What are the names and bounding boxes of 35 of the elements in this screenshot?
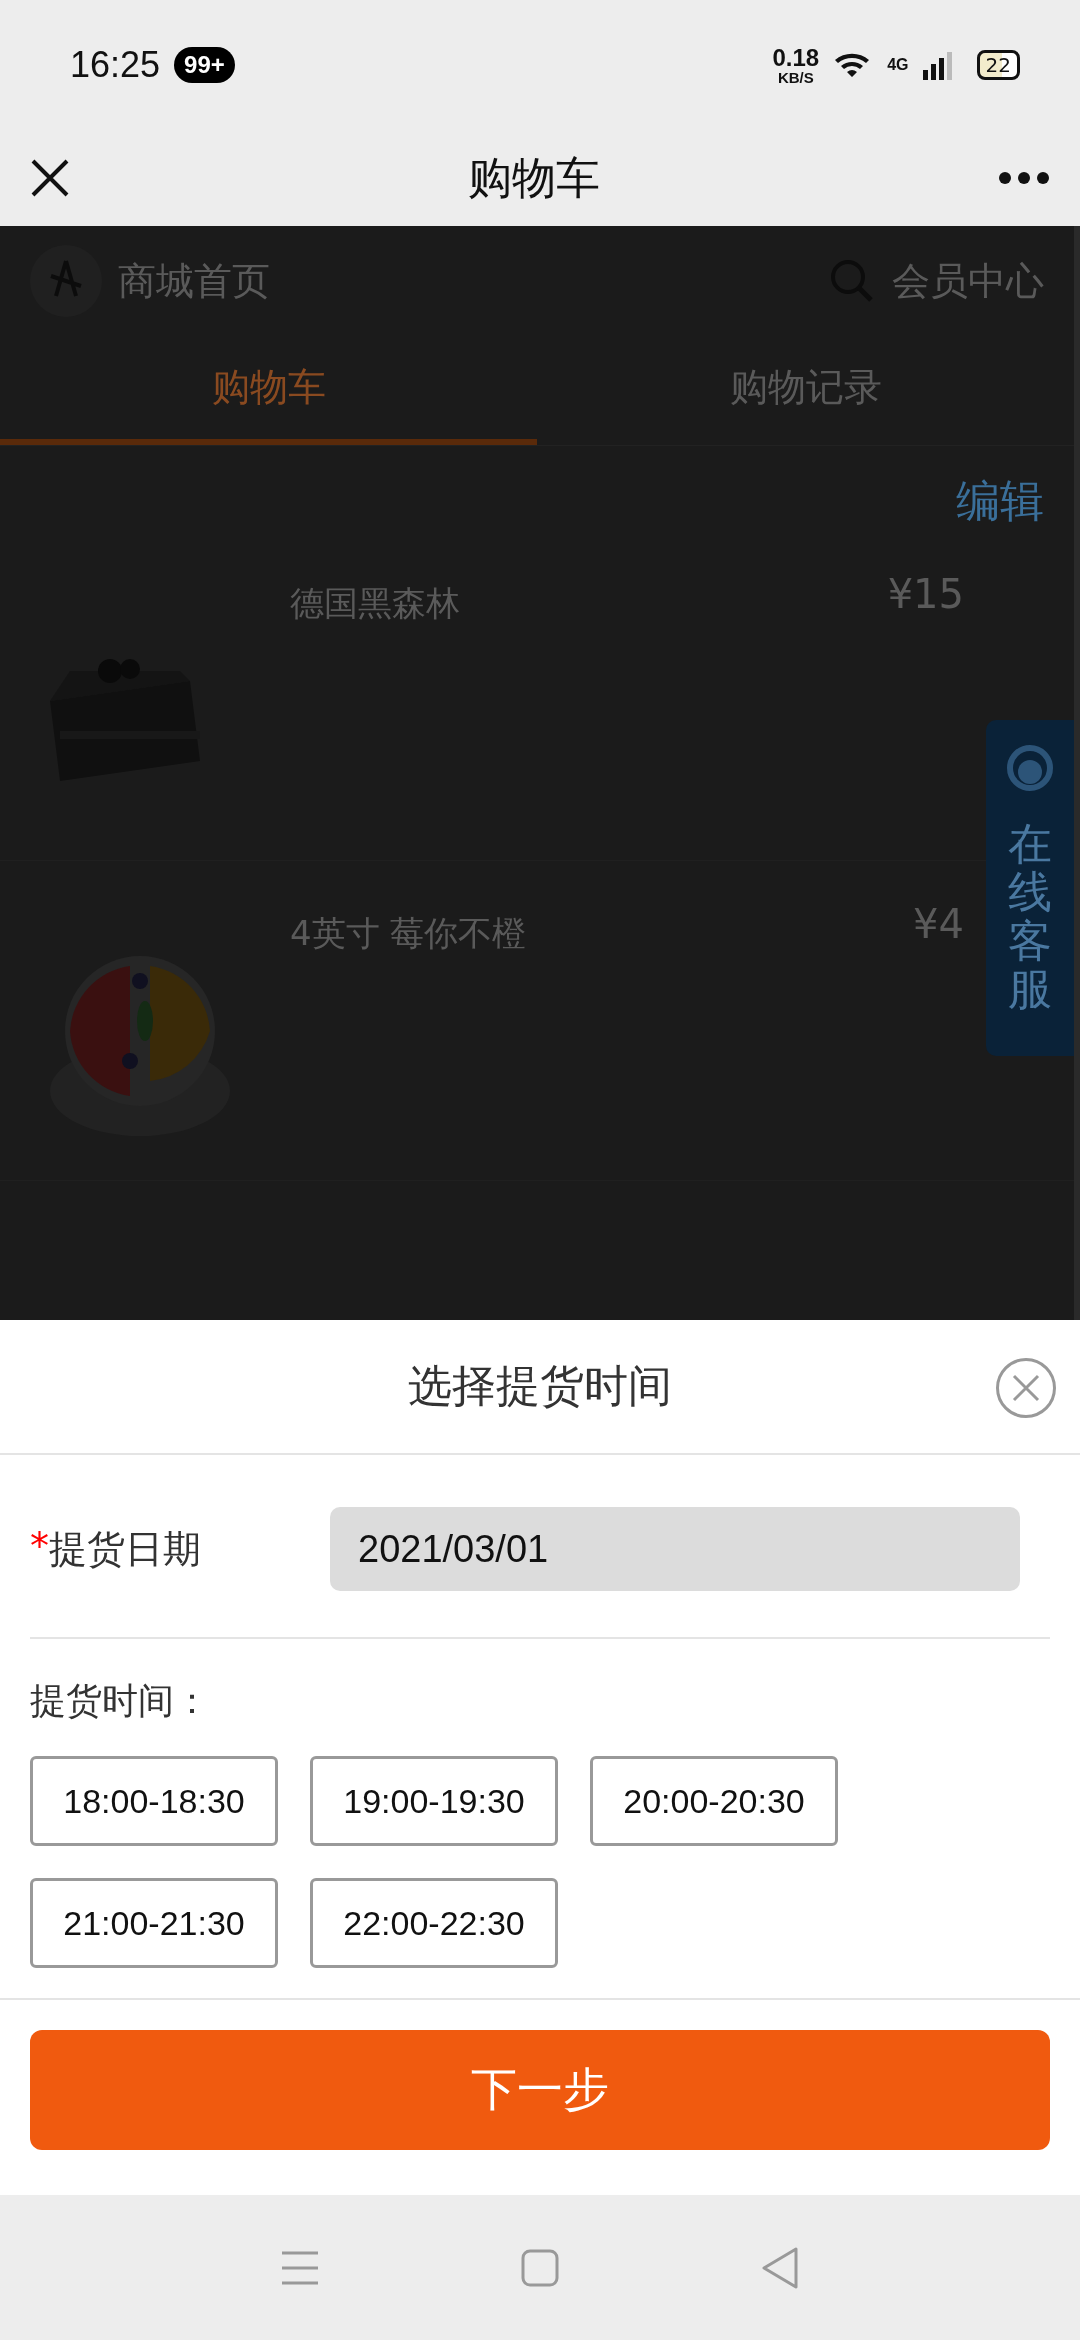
customer-service-button[interactable]: 在线客服: [986, 720, 1074, 1056]
date-label: 提货日期: [49, 1525, 201, 1573]
notification-badge: 99+: [174, 47, 235, 83]
member-link[interactable]: 会员中心: [892, 255, 1044, 307]
product-price: ¥4: [913, 901, 964, 949]
more-icon[interactable]: [998, 171, 1050, 185]
product-name: 德国黑森林: [290, 582, 461, 625]
battery-level: 22: [976, 50, 1020, 80]
back-icon[interactable]: [760, 2245, 800, 2290]
time-slot-button[interactable]: 19:00-19:30: [310, 1756, 558, 1846]
signal-icon: [922, 50, 953, 80]
time-slot-button[interactable]: 20:00-20:30: [590, 1756, 838, 1846]
product-name: 4英寸 莓你不橙: [290, 912, 528, 955]
status-time: 16:25: [70, 44, 161, 86]
edit-link[interactable]: 编辑: [956, 472, 1044, 531]
page-title: 购物车: [468, 150, 600, 205]
menu-icon[interactable]: [280, 2249, 320, 2286]
time-slot-button[interactable]: 21:00-21:30: [30, 1878, 278, 1968]
next-button[interactable]: 下一步: [30, 2030, 1050, 2150]
tab[interactable]: 购物车: [0, 336, 537, 445]
home-link[interactable]: 商城首页: [118, 255, 270, 307]
required-mark: *: [30, 1523, 49, 1570]
tab[interactable]: 购物记录: [537, 336, 1074, 445]
time-slot-button[interactable]: 18:00-18:30: [30, 1756, 278, 1846]
close-icon[interactable]: [30, 158, 70, 198]
time-label: 提货时间：: [30, 1679, 211, 1723]
home-icon[interactable]: [520, 2247, 560, 2288]
network-speed: 0.18 KB/S: [772, 45, 820, 85]
close-button[interactable]: [996, 1358, 1056, 1418]
close-icon: [1011, 1373, 1041, 1403]
date-field[interactable]: 2021/03/01: [330, 1507, 1020, 1591]
product-price: ¥15: [887, 571, 964, 619]
sheet-title: 选择提货时间: [408, 1359, 672, 1413]
time-slot-button[interactable]: 22:00-22:30: [310, 1878, 558, 1968]
network-type: 4G: [887, 56, 909, 74]
